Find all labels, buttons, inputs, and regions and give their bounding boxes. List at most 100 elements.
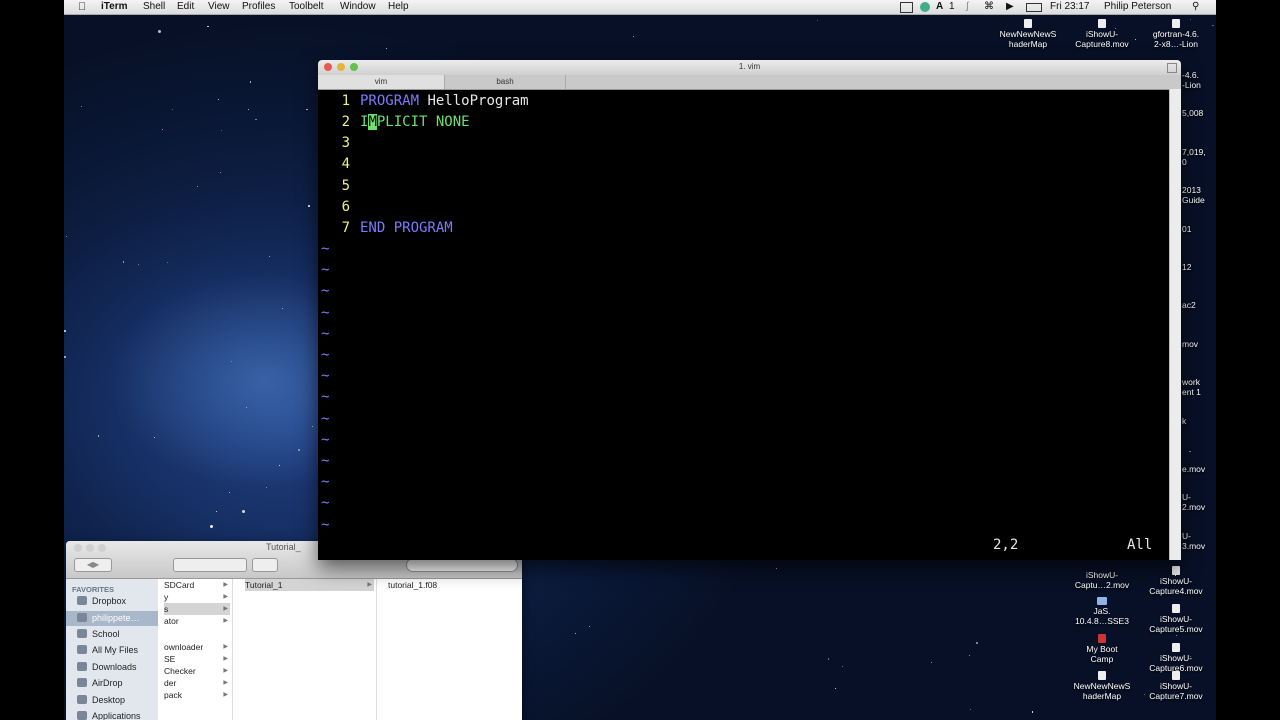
star <box>66 236 68 238</box>
desktop-icon-file[interactable]: iShowU- Captu…2.mov <box>1062 570 1142 590</box>
tilde-marker: ~ <box>321 241 330 257</box>
sidebar-item-home[interactable]: philippete… <box>66 611 158 626</box>
finder-window[interactable]: Tutorial_ ◀▶ FAVORITES Dropbox philippet… <box>66 541 522 720</box>
vim-editor[interactable]: 1 PROGRAM HelloProgram 2 IMPLICIT NONE 3 4… <box>318 89 1170 560</box>
fullscreen-icon[interactable] <box>1167 63 1177 73</box>
star <box>306 108 308 111</box>
list-item[interactable]: pack ▶ <box>164 689 230 701</box>
list-item-tutorial-folder[interactable]: Tutorial_1 ▶ <box>245 579 374 591</box>
code-line: 3 <box>341 135 350 151</box>
sync-icon[interactable] <box>920 2 930 12</box>
iterm-window[interactable]: 1. vim vim bash 1 PROGRAM HelloProgram 2I… <box>318 60 1181 560</box>
star <box>1189 450 1191 453</box>
desktop-icon-file[interactable]: NewNewNewS haderMap <box>1062 671 1142 701</box>
star <box>827 658 830 660</box>
tab-bash[interactable]: bash <box>445 75 566 89</box>
menu-iterm[interactable]: iTerm <box>101 1 128 13</box>
menu-window[interactable]: Window <box>340 1 376 13</box>
menu-shell[interactable]: Shell <box>143 1 165 13</box>
tilde-marker: ~ <box>321 325 330 342</box>
arrange-icon[interactable] <box>252 558 278 572</box>
list-item[interactable]: ator ▶ <box>164 615 230 627</box>
list-item[interactable]: y ▶ <box>164 591 230 603</box>
desktop-icon-file[interactable]: gfortran-4.6. 2-x8…-Lion <box>1136 19 1216 49</box>
list-item[interactable]: s ▶ <box>164 603 230 615</box>
list-item[interactable]: der ▶ <box>164 677 230 689</box>
desktop-label-fragment: 2013 <box>1182 185 1201 195</box>
sidebar-item-dropbox[interactable]: Dropbox <box>77 594 126 609</box>
scrollbar[interactable] <box>1169 89 1181 560</box>
list-item[interactable]: SE ▶ <box>164 653 230 665</box>
desktop-icon-file[interactable]: NewNewNewS haderMap <box>988 19 1068 49</box>
menu-profiles[interactable]: Profiles <box>242 1 275 13</box>
sidebar-item-school[interactable]: School <box>77 627 120 642</box>
desktop-label-fragment: Guide <box>1182 195 1205 205</box>
list-item[interactable]: SDCard ▶ <box>164 579 230 591</box>
desktop-icon-folder[interactable]: JaS. 10.4.8…SSE3 <box>1062 597 1142 626</box>
desktop-icon-file[interactable]: iShowU- Capture6.mov <box>1136 643 1216 673</box>
desktop-label-fragment: 2.mov <box>1182 502 1206 512</box>
zoom-button[interactable] <box>98 544 106 552</box>
sidebar-item-airdrop[interactable]: AirDrop <box>77 676 123 691</box>
menubar-count: 1 <box>949 1 955 12</box>
tilde-marker: ~ <box>321 453 330 469</box>
menu-help[interactable]: Help <box>388 1 409 13</box>
wifi-icon[interactable]: ⌘ <box>984 1 994 13</box>
star <box>154 437 156 439</box>
battery-icon[interactable] <box>1026 3 1042 12</box>
home-icon <box>77 613 87 622</box>
search-field[interactable] <box>406 558 518 572</box>
desktop-icon-bootcamp[interactable]: My Boot Camp <box>1062 634 1142 664</box>
menu-toolbelt[interactable]: Toolbelt <box>289 1 323 13</box>
list-item-f08-file[interactable]: tutorial_1.f08 <box>388 579 518 591</box>
window-title: 1. vim <box>738 62 761 71</box>
list-item[interactable]: ownloader ▶ <box>164 641 230 653</box>
airdrop-icon <box>77 678 87 687</box>
desktop-label-fragment: mov <box>1182 339 1199 349</box>
sidebar-item-applications[interactable]: Applications <box>77 709 141 720</box>
star <box>80 105 82 107</box>
desktop-icon-file[interactable]: iShowU- Capture7.mov <box>1136 671 1216 701</box>
tab-vim[interactable]: vim <box>318 75 445 89</box>
star <box>245 407 247 409</box>
menubar-user[interactable]: Philip Peterson <box>1104 1 1171 13</box>
star <box>64 330 66 332</box>
tilde-marker: ~ <box>321 347 330 363</box>
star <box>776 568 778 570</box>
tilde-marker: ~ <box>321 516 330 533</box>
volume-icon[interactable]: ▶ <box>1006 1 1014 13</box>
star <box>249 81 252 83</box>
desktop-icon-file[interactable]: iShowU- Capture5.mov <box>1136 604 1216 634</box>
sidebar-item-downloads[interactable]: Downloads <box>77 660 137 675</box>
scroll-indicator: All <box>1127 537 1153 553</box>
display-icon[interactable] <box>900 2 913 13</box>
desktop-label-fragment: ent 1 <box>1182 387 1201 397</box>
close-button[interactable] <box>74 544 82 552</box>
minimize-button[interactable] <box>86 544 94 552</box>
list-item[interactable]: Checker ▶ <box>164 665 230 677</box>
sidebar-item-all-my-files[interactable]: All My Files <box>77 643 138 658</box>
folder-icon <box>77 629 87 638</box>
back-forward-icon[interactable]: ◀▶ <box>74 558 112 572</box>
desktop-icon-file[interactable]: iShowU- Capture8.mov <box>1062 19 1142 49</box>
desktop-icon-file[interactable]: iShowU- Capture4.mov <box>1136 566 1216 596</box>
disclosure-arrow-icon: ▶ <box>223 582 228 588</box>
font-menu-icon[interactable]: A <box>936 1 943 13</box>
view-mode-icon[interactable] <box>173 558 247 572</box>
code-line: 5 <box>341 178 350 194</box>
menu-edit[interactable]: Edit <box>177 1 194 13</box>
sidebar-item-desktop[interactable]: Desktop <box>77 693 125 708</box>
desktop-icon <box>77 695 87 704</box>
menubar-clock[interactable]: Fri 23:17 <box>1050 1 1089 13</box>
spotlight-search-icon[interactable]: ⚲ <box>1192 1 1199 13</box>
bluetooth-icon[interactable]: ∫ <box>966 1 969 13</box>
star <box>281 308 283 310</box>
star <box>279 465 281 467</box>
tilde-marker: ~ <box>321 431 330 448</box>
downloads-icon <box>77 662 87 671</box>
star <box>1176 635 1178 637</box>
code-line: 6 <box>341 199 350 215</box>
apple-icon[interactable]:  <box>78 1 86 13</box>
menu-view[interactable]: View <box>208 1 230 13</box>
star <box>632 35 635 38</box>
